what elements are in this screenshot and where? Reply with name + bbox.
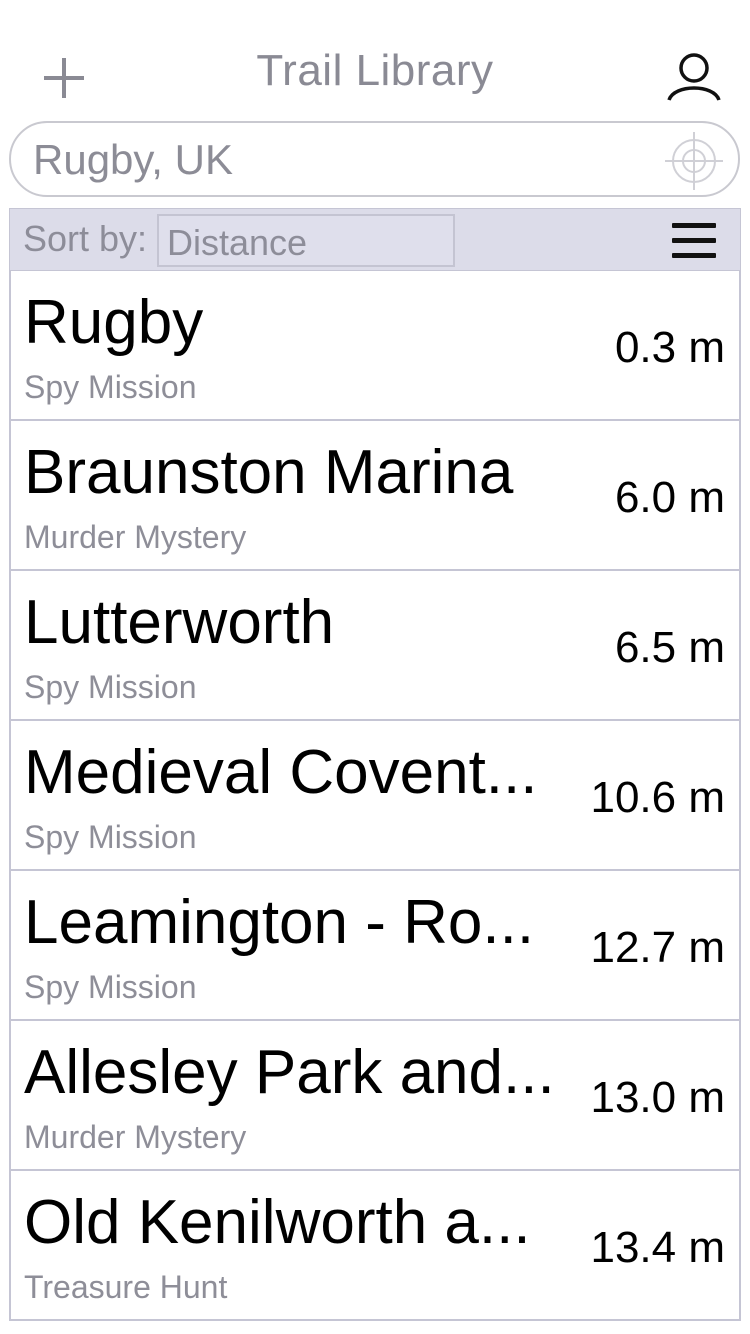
trail-type: Spy Mission [24,819,197,855]
menu-button[interactable] [670,221,718,261]
page-title: Trail Library [256,46,494,95]
sort-selected-value: Distance [167,222,308,263]
location-search [9,121,740,197]
user-icon [667,53,721,101]
profile-button[interactable] [664,48,724,108]
trail-type: Spy Mission [24,369,197,405]
trail-distance: 13.4 m [590,1223,725,1272]
trail-row[interactable]: Old Kenilworth a... Treasure Hunt 13.4 m [9,1171,741,1321]
trail-row[interactable]: Braunston Marina Murder Mystery 6.0 m [9,421,741,571]
trail-row[interactable]: Leamington - Ro... Spy Mission 12.7 m [9,871,741,1021]
trail-library-screen: Trail Library Sort by: Distance [0,0,750,1334]
trail-distance: 0.3 m [614,323,725,372]
location-search-input[interactable] [33,133,653,187]
trail-row[interactable]: Rugby Spy Mission 0.3 m [9,271,741,421]
trail-distance: 10.6 m [590,773,725,822]
crosshair-icon [665,132,723,190]
trail-name: Rugby [24,288,204,357]
trail-type: Spy Mission [24,669,197,705]
trail-name: Allesley Park and... [24,1038,555,1107]
sort-bar: Sort by: Distance [9,208,741,271]
trail-row[interactable]: Medieval Covent... Spy Mission 10.6 m [9,721,741,871]
trail-name: Medieval Covent... [24,738,538,807]
trail-type: Spy Mission [24,969,197,1005]
trail-name: Old Kenilworth a... [24,1188,531,1257]
sort-dropdown[interactable]: Distance [157,214,455,267]
trail-row[interactable]: Lutterworth Spy Mission 6.5 m [9,571,741,721]
trail-row[interactable]: Allesley Park and... Murder Mystery 13.0… [9,1021,741,1171]
trail-type: Murder Mystery [24,1119,247,1155]
locate-me-button[interactable] [663,130,725,192]
trail-distance: 6.0 m [614,473,725,522]
trail-name: Leamington - Ro... [24,888,535,957]
trail-distance: 13.0 m [590,1073,725,1122]
trail-distance: 6.5 m [614,623,725,672]
sort-label: Sort by: [23,218,148,259]
trail-name: Braunston Marina [24,438,514,507]
trail-type: Treasure Hunt [24,1269,228,1305]
trail-distance: 12.7 m [590,923,725,972]
trail-type: Murder Mystery [24,519,247,555]
header: Trail Library [0,0,750,120]
trail-name: Lutterworth [24,588,335,657]
trail-list: Rugby Spy Mission 0.3 m Braunston Marina… [9,271,741,1321]
